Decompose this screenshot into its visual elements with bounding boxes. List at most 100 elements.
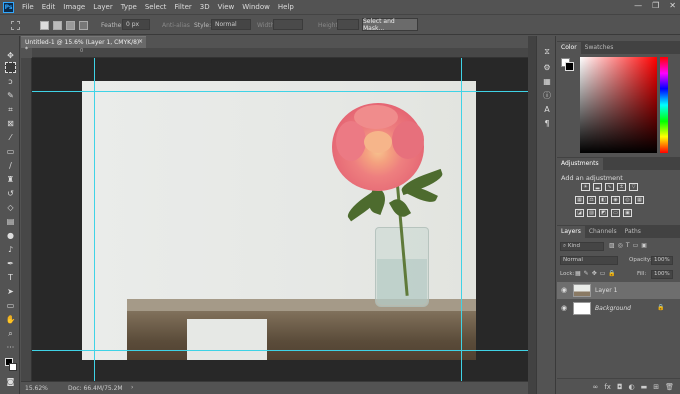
new-selection-icon[interactable]: [40, 21, 49, 30]
gradient-map-icon[interactable]: ▭: [611, 209, 620, 217]
background-color-swatch[interactable]: [9, 363, 17, 371]
tab-paths[interactable]: Paths: [621, 226, 645, 238]
subtract-selection-icon[interactable]: [66, 21, 75, 30]
vertical-guide[interactable]: [461, 58, 462, 381]
minimize-icon[interactable]: —: [634, 1, 642, 10]
menu-edit[interactable]: Edit: [42, 3, 56, 11]
height-input[interactable]: [337, 19, 359, 30]
marquee-tool-icon[interactable]: [5, 62, 16, 73]
eyedropper-tool-icon[interactable]: ⁄: [5, 132, 16, 143]
layer-name[interactable]: Layer 1: [595, 287, 617, 294]
photo-filter-icon[interactable]: ◉: [611, 196, 620, 204]
path-selection-icon[interactable]: ➤: [5, 286, 16, 297]
menu-3d[interactable]: 3D: [200, 3, 210, 11]
healing-brush-icon[interactable]: ▭: [5, 146, 16, 157]
menu-filter[interactable]: Filter: [174, 3, 191, 11]
menu-view[interactable]: View: [218, 3, 235, 11]
move-tool-icon[interactable]: ✥: [5, 50, 16, 61]
mask-icon[interactable]: ◘: [617, 383, 623, 391]
menu-select[interactable]: Select: [145, 3, 167, 11]
layer-row[interactable]: ◉ Layer 1: [557, 282, 680, 299]
marquee-tool-preset-icon[interactable]: [11, 21, 20, 30]
menu-file[interactable]: File: [22, 3, 34, 11]
tab-color[interactable]: Color: [557, 42, 581, 54]
dodge-tool-icon[interactable]: ♪: [5, 244, 16, 255]
clone-stamp-icon[interactable]: ♜: [5, 174, 16, 185]
pen-tool-icon[interactable]: ✒: [5, 258, 16, 269]
tab-channels[interactable]: Channels: [585, 226, 621, 238]
quick-select-tool-icon[interactable]: ✎: [5, 90, 16, 101]
invert-icon[interactable]: ◪: [575, 209, 584, 217]
feather-input[interactable]: 0 px: [122, 19, 150, 30]
history-icon[interactable]: ⧖: [541, 46, 553, 57]
horizontal-guide[interactable]: [32, 91, 528, 92]
vibrance-icon[interactable]: ▽: [629, 183, 638, 191]
vertical-guide[interactable]: [94, 58, 95, 381]
properties-icon[interactable]: ⚙: [541, 62, 553, 73]
info-icon[interactable]: ⓘ: [541, 90, 553, 101]
color-balance-icon[interactable]: ⚖: [587, 196, 596, 204]
style-select[interactable]: Normal: [211, 19, 251, 30]
document-tab[interactable]: Untitled-1 @ 15.6% (Layer 1, CMYK/8) * ×: [21, 36, 146, 53]
color-background-swatch[interactable]: [565, 62, 574, 71]
curves-icon[interactable]: ∿: [605, 183, 614, 191]
intersect-selection-icon[interactable]: [79, 21, 88, 30]
channel-mixer-icon[interactable]: ◎: [623, 196, 632, 204]
rectangle-tool-icon[interactable]: ▭: [5, 300, 16, 311]
fx-icon[interactable]: fx: [604, 383, 611, 391]
layer-name[interactable]: Background: [595, 305, 631, 312]
frame-tool-icon[interactable]: ⊠: [5, 118, 16, 129]
select-and-mask-button[interactable]: Select and Mask...: [362, 18, 418, 32]
hue-saturation-icon[interactable]: ▦: [575, 196, 584, 204]
close-document-icon[interactable]: ×: [138, 38, 143, 45]
add-selection-icon[interactable]: [53, 21, 62, 30]
blend-mode-select[interactable]: Normal: [560, 256, 618, 265]
menu-image[interactable]: Image: [63, 3, 85, 11]
tab-adjustments[interactable]: Adjustments: [557, 158, 603, 170]
horizontal-ruler[interactable]: 0: [32, 48, 528, 58]
link-icon[interactable]: ∞: [593, 383, 599, 391]
posterize-icon[interactable]: ▨: [587, 209, 596, 217]
black-white-icon[interactable]: ◧: [599, 196, 608, 204]
close-icon[interactable]: ✕: [669, 1, 676, 10]
folder-icon[interactable]: ▬: [641, 383, 648, 391]
zoom-tool-icon[interactable]: ⌕: [5, 328, 16, 339]
eye-icon[interactable]: ◉: [561, 304, 567, 312]
gradient-tool-icon[interactable]: ▤: [5, 216, 16, 227]
opacity-input[interactable]: 100%: [651, 256, 673, 265]
levels-icon[interactable]: ▂: [593, 183, 602, 191]
restore-icon[interactable]: ❐: [652, 1, 659, 10]
history-brush-icon[interactable]: ↺: [5, 188, 16, 199]
crop-tool-icon[interactable]: ⌗: [5, 104, 16, 115]
adjustment-icon[interactable]: ◐: [629, 383, 635, 391]
layer-row[interactable]: ◉ Background 🔒: [557, 300, 680, 317]
type-tool-icon[interactable]: T: [5, 272, 16, 283]
vertical-ruler[interactable]: [21, 58, 32, 381]
eye-icon[interactable]: ◉: [561, 286, 567, 294]
width-input[interactable]: [273, 19, 303, 30]
document-canvas[interactable]: [82, 81, 476, 360]
paragraph-icon[interactable]: ¶: [541, 118, 553, 129]
character-icon[interactable]: A: [541, 104, 553, 115]
tab-layers[interactable]: Layers: [557, 226, 585, 238]
exposure-icon[interactable]: ±: [617, 183, 626, 191]
lock-icons[interactable]: ▦✎✥▭🔒: [575, 270, 619, 277]
brightness-contrast-icon[interactable]: ☀: [581, 183, 590, 191]
layer-filter-icons[interactable]: ▨◎T▭▣: [609, 242, 650, 249]
menu-type[interactable]: Type: [121, 3, 137, 11]
zoom-level[interactable]: 15.62%: [25, 385, 48, 392]
eraser-tool-icon[interactable]: ◇: [5, 202, 16, 213]
horizontal-guide[interactable]: [32, 350, 528, 351]
quick-mask-icon[interactable]: ◙: [5, 376, 16, 387]
menu-help[interactable]: Help: [278, 3, 294, 11]
fill-input[interactable]: 100%: [651, 270, 673, 279]
hand-tool-icon[interactable]: ✋: [5, 314, 16, 325]
layer-filter-kind[interactable]: ⌕ Kind: [560, 242, 604, 251]
threshold-icon[interactable]: ◩: [599, 209, 608, 217]
menu-window[interactable]: Window: [242, 3, 270, 11]
new-layer-icon[interactable]: ⊞: [653, 383, 659, 391]
menu-layer[interactable]: Layer: [93, 3, 113, 11]
color-lookup-icon[interactable]: ▦: [635, 196, 644, 204]
blur-tool-icon[interactable]: ●: [5, 230, 16, 241]
hue-slider[interactable]: [660, 57, 668, 153]
